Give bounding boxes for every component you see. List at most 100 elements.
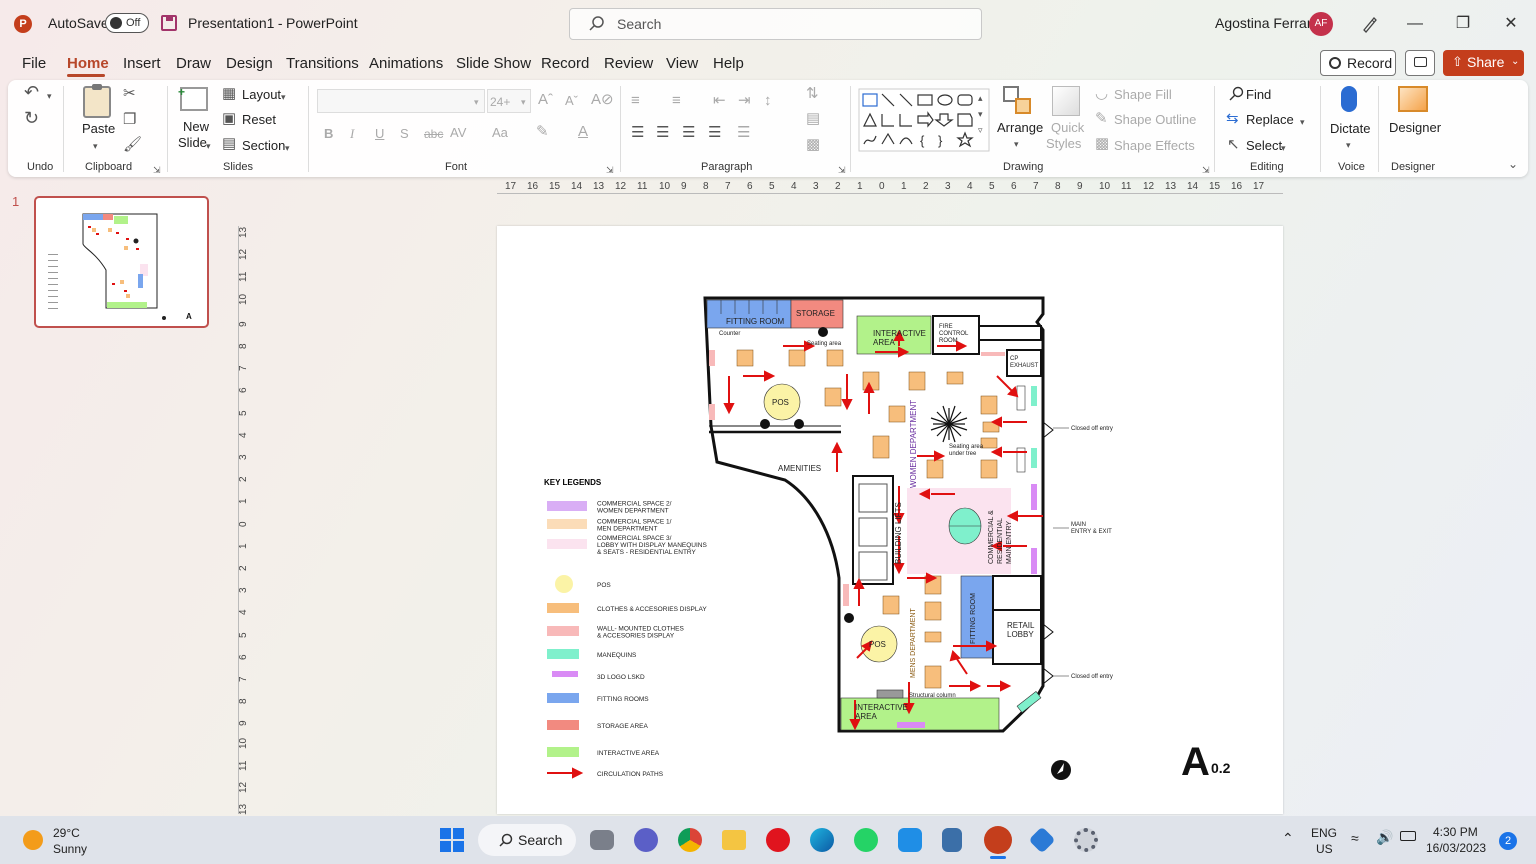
paste-dropdown-icon[interactable]: ▾	[93, 138, 98, 154]
weather-temp[interactable]: 29°C	[53, 826, 80, 840]
layout-dropdown-icon[interactable]: ▾	[281, 89, 286, 105]
pen-icon[interactable]	[1360, 14, 1380, 34]
record-button[interactable]: Record	[1320, 50, 1396, 76]
select-dropdown-icon[interactable]: ▾	[1281, 140, 1286, 156]
increase-font-size-icon[interactable]: Aˆ	[538, 92, 553, 108]
calculator-icon[interactable]	[942, 828, 962, 852]
designer-icon[interactable]	[1398, 86, 1428, 112]
shape-outline-button[interactable]: Shape Outline	[1114, 112, 1196, 127]
tab-help[interactable]: Help	[713, 55, 744, 72]
tab-animations[interactable]: Animations	[369, 55, 443, 72]
edge-icon[interactable]	[810, 828, 834, 852]
quick-styles-label[interactable]: Quick	[1051, 120, 1084, 135]
dialog-launcher-icon[interactable]: ⇲	[838, 162, 846, 178]
strikethrough-icon[interactable]: abc	[424, 126, 443, 142]
select-button[interactable]: Select	[1246, 138, 1282, 153]
taskbar-search[interactable]: Search	[478, 824, 576, 856]
restore-icon[interactable]: ❐	[1452, 13, 1474, 35]
underline-button[interactable]: U	[375, 126, 384, 141]
volume-icon[interactable]: 🔊	[1376, 829, 1393, 846]
task-view-icon[interactable]	[590, 830, 614, 850]
collapse-ribbon-icon[interactable]: ⌄	[1508, 156, 1518, 172]
new-slide-label-2[interactable]: Slide	[178, 135, 207, 150]
font-size-dropdown[interactable]: 24+ ▾	[487, 89, 531, 113]
quick-styles-label-2[interactable]: Styles	[1046, 136, 1081, 151]
cut-icon[interactable]: ✂	[123, 86, 136, 102]
avatar[interactable]: AF	[1309, 12, 1333, 36]
whatsapp-icon[interactable]	[854, 828, 878, 852]
clear-formatting-icon[interactable]: A⊘	[591, 92, 614, 108]
character-spacing-icon[interactable]: AV	[450, 125, 466, 141]
settings-icon[interactable]	[1074, 828, 1098, 852]
highlight-icon[interactable]: ✎	[536, 124, 549, 140]
font-family-dropdown[interactable]: ▾	[317, 89, 485, 113]
dialog-launcher-icon[interactable]: ⇲	[606, 162, 614, 178]
tab-slide-show[interactable]: Slide Show	[456, 55, 531, 72]
new-slide-label[interactable]: New	[183, 119, 209, 134]
microphone-icon[interactable]	[1341, 86, 1357, 112]
change-case-icon[interactable]: Aa	[492, 125, 508, 141]
tab-file[interactable]: File	[22, 55, 46, 72]
smartart-icon[interactable]: ▩	[806, 137, 820, 153]
numbering-icon[interactable]: ≡	[672, 93, 681, 109]
format-painter-icon[interactable]: 🖌	[123, 137, 142, 153]
tab-design[interactable]: Design	[226, 55, 273, 72]
new-slide-icon[interactable]: +	[178, 85, 208, 111]
slide-thumbnail[interactable]: A	[34, 196, 209, 328]
slide-canvas[interactable]: KEY LEGENDS COMMERCIAL SPACE 2/WOMEN DEP…	[497, 226, 1283, 814]
copy-icon[interactable]: ❐	[123, 112, 136, 128]
save-icon[interactable]	[161, 15, 177, 31]
justify-icon[interactable]: ☰	[708, 125, 721, 141]
replace-button[interactable]: Replace	[1246, 112, 1294, 127]
opera-icon[interactable]	[766, 828, 790, 852]
align-text-icon[interactable]: ▤	[806, 111, 820, 127]
arrange-dropdown-icon[interactable]: ▾	[1014, 136, 1019, 152]
arrange-icon[interactable]	[1003, 86, 1033, 116]
comments-button[interactable]	[1405, 50, 1435, 76]
tab-review[interactable]: Review	[604, 55, 653, 72]
italic-button[interactable]: I	[350, 126, 354, 142]
clock-date[interactable]: 16/03/2023	[1426, 841, 1486, 855]
bold-button[interactable]: B	[324, 126, 333, 141]
redo-icon[interactable]: ↻	[24, 109, 39, 127]
reset-button[interactable]: Reset	[242, 112, 276, 127]
font-color-icon[interactable]: A	[578, 124, 588, 140]
new-slide-dropdown-icon[interactable]: ▾	[206, 138, 211, 154]
close-icon[interactable]: ✕	[1500, 13, 1522, 35]
align-center-icon[interactable]: ☰	[656, 125, 669, 141]
chrome-icon[interactable]	[678, 828, 702, 852]
shapes-gallery[interactable]: {}	[858, 88, 990, 152]
align-left-icon[interactable]: ☰	[631, 125, 644, 141]
battery-icon[interactable]	[1400, 831, 1416, 841]
increase-indent-icon[interactable]: ⇥	[738, 93, 751, 109]
dialog-launcher-icon[interactable]: ⇲	[153, 162, 161, 178]
search-box[interactable]: Search	[569, 8, 982, 40]
file-explorer-icon[interactable]	[722, 830, 746, 850]
undo-icon[interactable]: ↶	[24, 83, 39, 101]
decrease-indent-icon[interactable]: ⇤	[713, 93, 726, 109]
designer-button[interactable]: Designer	[1389, 120, 1441, 135]
columns-icon[interactable]: ☰	[737, 125, 750, 141]
shape-effects-button[interactable]: Shape Effects	[1114, 138, 1195, 153]
powerpoint-taskbar-icon[interactable]	[984, 826, 1012, 854]
teams-icon[interactable]	[634, 828, 658, 852]
notification-badge[interactable]: 2	[1499, 832, 1517, 850]
tab-insert[interactable]: Insert	[123, 55, 161, 72]
language-1[interactable]: ENG	[1311, 826, 1337, 840]
chevron-up-icon[interactable]: ⌃	[1282, 830, 1294, 847]
shadow-button[interactable]: S	[400, 126, 409, 141]
replace-dropdown-icon[interactable]: ▾	[1300, 114, 1305, 130]
align-right-icon[interactable]: ☰	[682, 125, 695, 141]
user-name[interactable]: Agostina Ferrari	[1215, 15, 1315, 31]
bullets-icon[interactable]: ≡	[631, 93, 640, 109]
dictate-button[interactable]: Dictate	[1330, 121, 1370, 136]
line-spacing-icon[interactable]: ↕	[764, 93, 772, 109]
wifi-icon[interactable]: ≈	[1351, 830, 1359, 846]
layout-button[interactable]: Layout	[242, 87, 281, 102]
paste-label[interactable]: Paste	[82, 121, 115, 136]
minimize-icon[interactable]: —	[1404, 13, 1426, 35]
paste-icon[interactable]	[83, 84, 111, 118]
tab-home[interactable]: Home	[67, 55, 109, 72]
section-dropdown-icon[interactable]: ▾	[285, 140, 290, 156]
draw-app-icon[interactable]	[898, 828, 922, 852]
